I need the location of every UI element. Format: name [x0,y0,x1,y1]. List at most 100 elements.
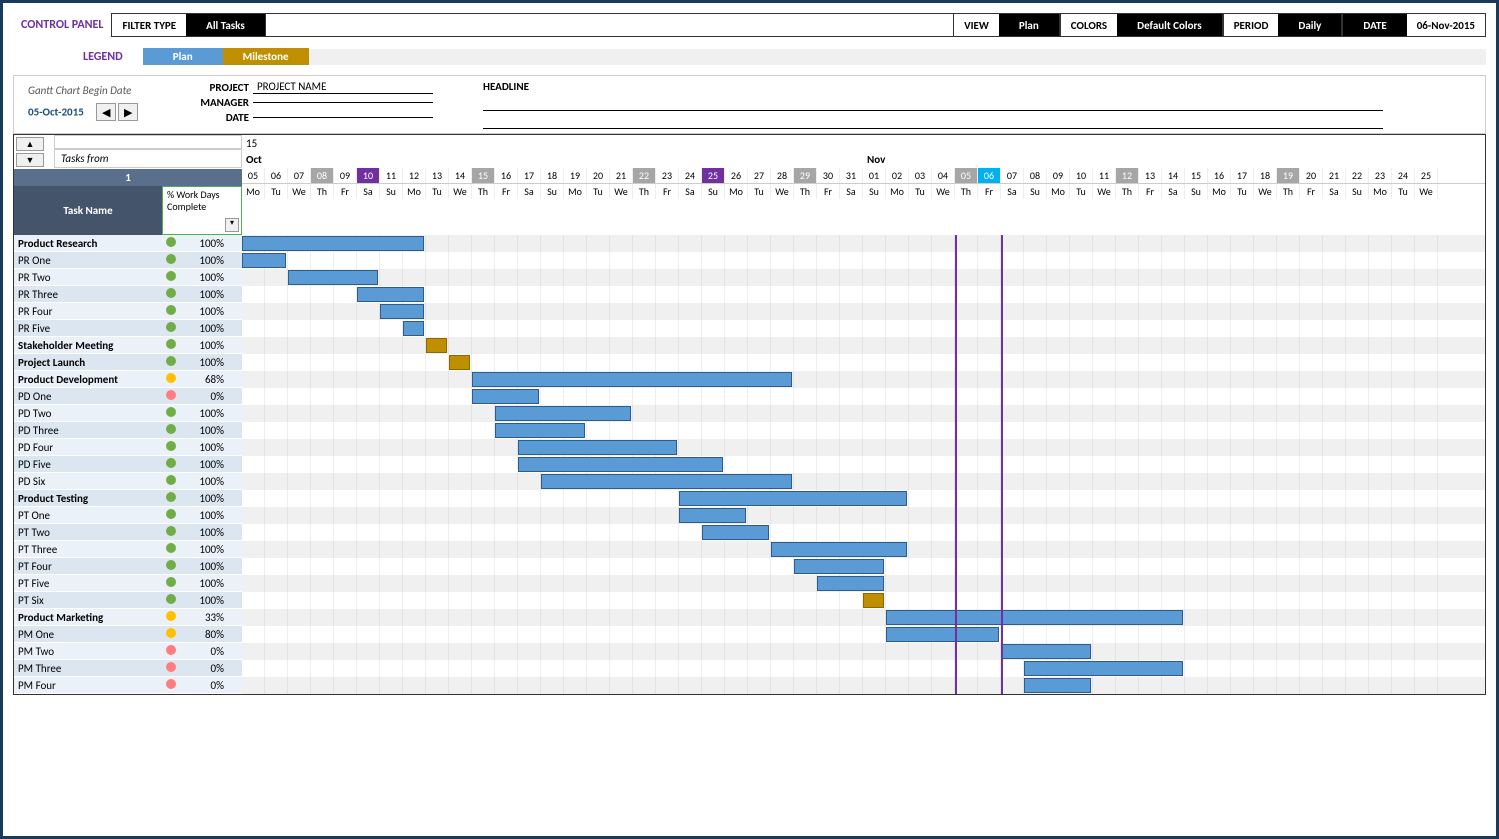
ph-date-value[interactable] [253,117,433,118]
gantt-bar[interactable] [242,253,286,268]
task-row[interactable]: PD Three100% [14,422,242,439]
scroll-down-button[interactable]: ▼ [16,153,44,167]
dow-cell: Sa [1162,184,1185,199]
status-dot-icon [166,356,176,366]
headline-section: HEADLINE [483,80,1383,129]
task-row[interactable]: PT Three100% [14,541,242,558]
gantt-bar[interactable] [495,423,585,438]
gantt-bar[interactable] [1001,644,1091,659]
gantt-bar[interactable] [472,372,792,387]
task-row[interactable]: PT Two100% [14,524,242,541]
manager-value[interactable] [253,102,433,103]
task-row[interactable]: Product Testing100% [14,490,242,507]
gantt-bar[interactable] [679,508,746,523]
chart-row [242,490,1485,507]
task-row[interactable]: Stakeholder Meeting100% [14,337,242,354]
headline-line2[interactable] [483,115,1383,129]
task-row[interactable]: Product Research100% [14,235,242,252]
gantt-bar[interactable] [863,593,884,608]
day-cell: 17 [518,168,541,183]
task-row[interactable]: PT Five100% [14,575,242,592]
task-row[interactable]: PM Three0% [14,660,242,677]
project-value[interactable]: PROJECT NAME [253,80,433,94]
manager-label: MANAGER [179,96,249,109]
gantt-bar[interactable] [794,559,884,574]
gantt-bar[interactable] [449,355,470,370]
prev-date-button[interactable]: ◀ [96,103,116,121]
gantt-bar[interactable] [426,338,447,353]
day-cell: 22 [1346,168,1369,183]
gantt-bar[interactable] [472,389,539,404]
task-row[interactable]: Product Marketing33% [14,609,242,626]
view-control[interactable]: VIEW Plan [953,13,1060,37]
headline-label: HEADLINE [483,80,1383,93]
legend-label: LEGEND [13,50,143,64]
day-cell: 28 [771,168,794,183]
task-row[interactable]: Product Development68% [14,371,242,388]
task-row[interactable]: PT One100% [14,507,242,524]
ph-date-label: DATE [179,111,249,124]
chart-row [242,354,1485,371]
colors-control[interactable]: COLORS Default Colors [1060,13,1223,37]
gantt-bar[interactable] [518,440,677,455]
date-control[interactable]: DATE 06-Nov-2015 [1342,13,1486,37]
status-dot-icon [166,339,176,349]
status-dot-icon [166,628,176,638]
dow-cell: Su [702,184,725,199]
period-control[interactable]: PERIOD Daily [1223,13,1343,37]
task-row[interactable]: PD Five100% [14,456,242,473]
gantt-bar[interactable] [886,627,999,642]
gantt-bar[interactable] [702,525,769,540]
chart-row [242,439,1485,456]
gantt-bar[interactable] [357,287,424,302]
task-start-number[interactable]: 1 [14,169,242,186]
chart-row [242,405,1485,422]
filter-type-control[interactable]: FILTER TYPE All Tasks [111,13,265,37]
task-name-cell: PD Three [14,424,162,437]
task-name-cell: Product Testing [14,492,162,505]
task-row[interactable]: PT Four100% [14,558,242,575]
gantt-bar[interactable] [679,491,907,506]
gantt-bar[interactable] [403,321,424,336]
chart-row [242,592,1485,609]
task-row[interactable]: PR Two100% [14,269,242,286]
gantt-bar[interactable] [817,576,884,591]
gantt-bar[interactable] [242,236,424,251]
task-row[interactable]: PM Four0% [14,677,242,694]
gantt-bar[interactable] [1024,678,1091,693]
gantt-bar[interactable] [771,542,907,557]
task-list: Product Research100%PR One100%PR Two100%… [14,235,242,694]
task-row[interactable]: PR Four100% [14,303,242,320]
next-date-button[interactable]: ▶ [118,103,138,121]
gantt-bar[interactable] [886,610,1183,625]
gantt-bar[interactable] [541,474,792,489]
task-row[interactable]: PT Six100% [14,592,242,609]
colors-label: COLORS [1061,14,1117,36]
task-row[interactable]: PR One100% [14,252,242,269]
gantt-bar[interactable] [495,406,631,421]
task-pct-cell: 100% [180,577,230,590]
task-pct-cell: 33% [180,611,230,624]
scroll-up-button[interactable]: ▲ [16,137,44,151]
task-row[interactable]: PR Three100% [14,286,242,303]
task-pct-cell: 100% [180,441,230,454]
task-status-cell [162,662,180,675]
task-row[interactable]: PR Five100% [14,320,242,337]
task-row[interactable]: PM Two0% [14,643,242,660]
gantt-bar[interactable] [380,304,424,319]
pct-dropdown-icon[interactable]: ▾ [225,218,239,232]
task-row[interactable]: PD One0% [14,388,242,405]
task-row[interactable]: PM One80% [14,626,242,643]
task-row[interactable]: Project Launch100% [14,354,242,371]
task-row[interactable]: PD Four100% [14,439,242,456]
task-pct-cell: 100% [180,594,230,607]
chart-row [242,252,1485,269]
gantt-bar[interactable] [518,457,723,472]
task-row[interactable]: PD Six100% [14,473,242,490]
task-row[interactable]: PD Two100% [14,405,242,422]
gantt-bar[interactable] [1024,661,1183,676]
gantt-bar[interactable] [288,270,378,285]
day-cell: 25 [702,168,725,183]
headline-line1[interactable] [483,97,1383,111]
chart-row [242,677,1485,694]
